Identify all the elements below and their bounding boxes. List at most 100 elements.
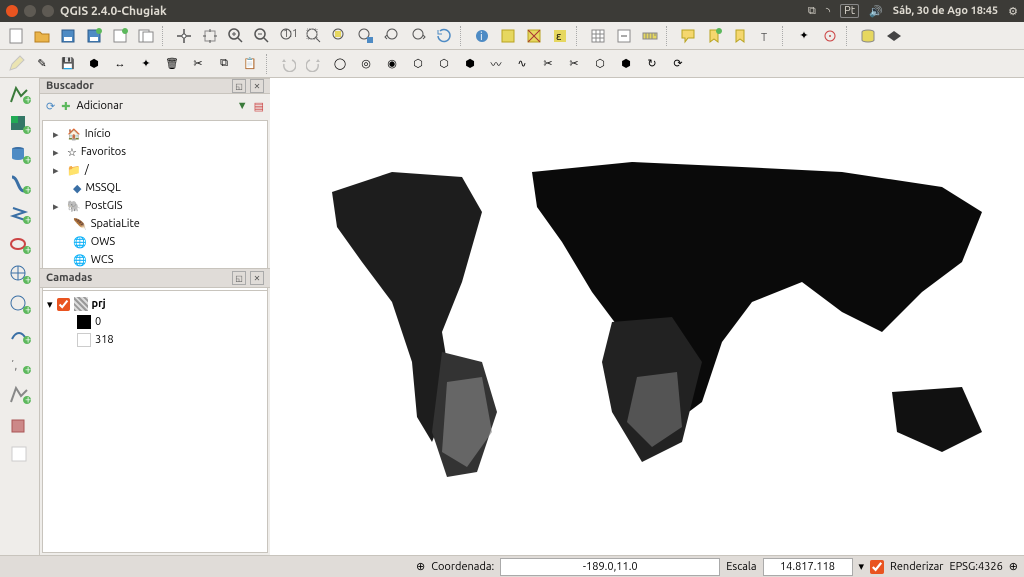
tree-item-spatialite[interactable]: 🪶SpatiaLite	[49, 215, 261, 233]
add-vector-button[interactable]: +	[5, 82, 35, 108]
pin-labels-button[interactable]	[5, 442, 35, 468]
open-project-button[interactable]	[30, 24, 54, 48]
move-feature-button[interactable]: ↔	[108, 52, 132, 76]
toggle-extents-icon[interactable]: ⊕	[416, 560, 425, 573]
delete-selected-button[interactable]: 🗑	[160, 52, 184, 76]
tree-item-root[interactable]: ▸📁/	[49, 161, 261, 179]
zoom-native-button[interactable]: 1:1	[276, 24, 300, 48]
add-ring-button[interactable]: ◎	[354, 52, 378, 76]
add-wms-button[interactable]: +	[5, 262, 35, 288]
map-canvas[interactable]	[270, 78, 1024, 555]
remove-layer-button[interactable]	[5, 412, 35, 438]
render-checkbox[interactable]	[870, 560, 884, 574]
tree-item-postgis[interactable]: ▸🐘PostGIS	[49, 197, 261, 215]
select-button[interactable]	[496, 24, 520, 48]
zoom-last-button[interactable]	[380, 24, 404, 48]
zoom-selection-button[interactable]	[328, 24, 352, 48]
zoom-full-button[interactable]	[302, 24, 326, 48]
new-composer-button[interactable]	[108, 24, 132, 48]
text-annotation-button[interactable]: T	[754, 24, 778, 48]
pan-button[interactable]	[172, 24, 196, 48]
scale-input[interactable]	[763, 558, 853, 576]
offset-curve-button[interactable]: ∿	[510, 52, 534, 76]
volume-icon[interactable]: 🔊	[869, 5, 883, 18]
new-project-button[interactable]	[4, 24, 28, 48]
crs-label[interactable]: EPSG:4326	[949, 561, 1002, 573]
bookmarks-button[interactable]	[728, 24, 752, 48]
attribute-table-button[interactable]	[586, 24, 610, 48]
postgis-button[interactable]	[856, 24, 880, 48]
zoom-in-button[interactable]	[224, 24, 248, 48]
identify-button[interactable]: i	[470, 24, 494, 48]
composer-manager-button[interactable]	[134, 24, 158, 48]
zoom-layer-button[interactable]	[354, 24, 378, 48]
zoom-next-button[interactable]	[406, 24, 430, 48]
paste-button[interactable]: 📋	[238, 52, 262, 76]
tree-item-favorites[interactable]: ▸☆Favoritos	[49, 143, 261, 161]
merge-features-button[interactable]: ⬡	[588, 52, 612, 76]
filter-icon[interactable]: ▼	[237, 100, 248, 112]
tree-item-home[interactable]: ▸🏠Início	[49, 125, 261, 143]
maximize-icon[interactable]	[42, 5, 54, 17]
save-button[interactable]	[56, 24, 80, 48]
add-wfs-button[interactable]: +	[5, 322, 35, 348]
add-wcs-button[interactable]: +	[5, 292, 35, 318]
gear-icon[interactable]: ⚙	[1008, 5, 1018, 18]
expression-select-button[interactable]: ε	[548, 24, 572, 48]
pan-to-selection-button[interactable]	[198, 24, 222, 48]
tree-item-mssql[interactable]: ◆MSSQL	[49, 179, 261, 197]
split-parts-button[interactable]: ✂	[562, 52, 586, 76]
measure-button[interactable]	[638, 24, 662, 48]
expand-icon[interactable]: ▾	[47, 298, 53, 311]
reshape-button[interactable]: 〰	[484, 52, 508, 76]
edit-toggle-button[interactable]	[4, 52, 28, 76]
save-as-button[interactable]	[82, 24, 106, 48]
refresh-icon[interactable]: ⟳	[46, 100, 55, 113]
undock-icon[interactable]: ◱	[232, 271, 246, 285]
wifi-icon[interactable]: ◝	[826, 5, 830, 18]
tree-item-wcs[interactable]: 🌐WCS	[49, 251, 261, 269]
copy-button[interactable]: ⧉	[212, 52, 236, 76]
layers-panel[interactable]: ▾ prj 0 318	[42, 290, 268, 553]
close-panel-icon[interactable]: ✕	[250, 271, 264, 285]
save-edits-button[interactable]: 💾	[56, 52, 80, 76]
dropbox-icon[interactable]: ⧉	[808, 5, 816, 18]
add-spatialite-button[interactable]: +	[5, 172, 35, 198]
collapse-icon[interactable]: ▤	[254, 100, 264, 113]
node-tool-button[interactable]: ✦	[134, 52, 158, 76]
crs-icon[interactable]: ⊕	[1009, 560, 1018, 573]
add-raster-button[interactable]: +	[5, 112, 35, 138]
lang-indicator[interactable]: Pt	[840, 4, 859, 18]
add-delimited-button[interactable]: ʼ,+	[5, 352, 35, 378]
edit-pencil-button[interactable]: ✎	[30, 52, 54, 76]
gps-button[interactable]	[818, 24, 842, 48]
georef-button[interactable]: ✦	[792, 24, 816, 48]
map-tips-button[interactable]	[676, 24, 700, 48]
zoom-out-button[interactable]	[250, 24, 274, 48]
refresh-button[interactable]	[432, 24, 456, 48]
minimize-icon[interactable]	[24, 5, 36, 17]
simplify-button[interactable]: ◯	[328, 52, 352, 76]
layer-visibility-checkbox[interactable]	[57, 298, 70, 311]
clock[interactable]: Sáb, 30 de Ago 18:45	[893, 5, 998, 17]
del-part-button[interactable]: ⬢	[458, 52, 482, 76]
oracle-button[interactable]	[882, 24, 906, 48]
close-panel-icon[interactable]: ✕	[250, 79, 264, 93]
add-mssql-button[interactable]: +	[5, 202, 35, 228]
field-calc-button[interactable]	[612, 24, 636, 48]
add-postgis-button[interactable]: +	[5, 142, 35, 168]
split-features-button[interactable]: ✂	[536, 52, 560, 76]
rotate-feature-button[interactable]: ⟳	[666, 52, 690, 76]
layer-item-prj[interactable]: ▾ prj	[47, 295, 263, 313]
del-ring-button[interactable]: ⬡	[432, 52, 456, 76]
add-icon[interactable]: ✚	[61, 100, 70, 113]
fill-ring-button[interactable]: ⬡	[406, 52, 430, 76]
cut-button[interactable]: ✂	[186, 52, 210, 76]
undock-icon[interactable]: ◱	[232, 79, 246, 93]
close-icon[interactable]	[6, 5, 18, 17]
undo-button[interactable]	[276, 52, 300, 76]
merge-attrs-button[interactable]: ⬢	[614, 52, 638, 76]
rotate-point-button[interactable]: ↻	[640, 52, 664, 76]
add-part-button[interactable]: ◉	[380, 52, 404, 76]
scale-lock-icon[interactable]: ▾	[859, 560, 865, 573]
